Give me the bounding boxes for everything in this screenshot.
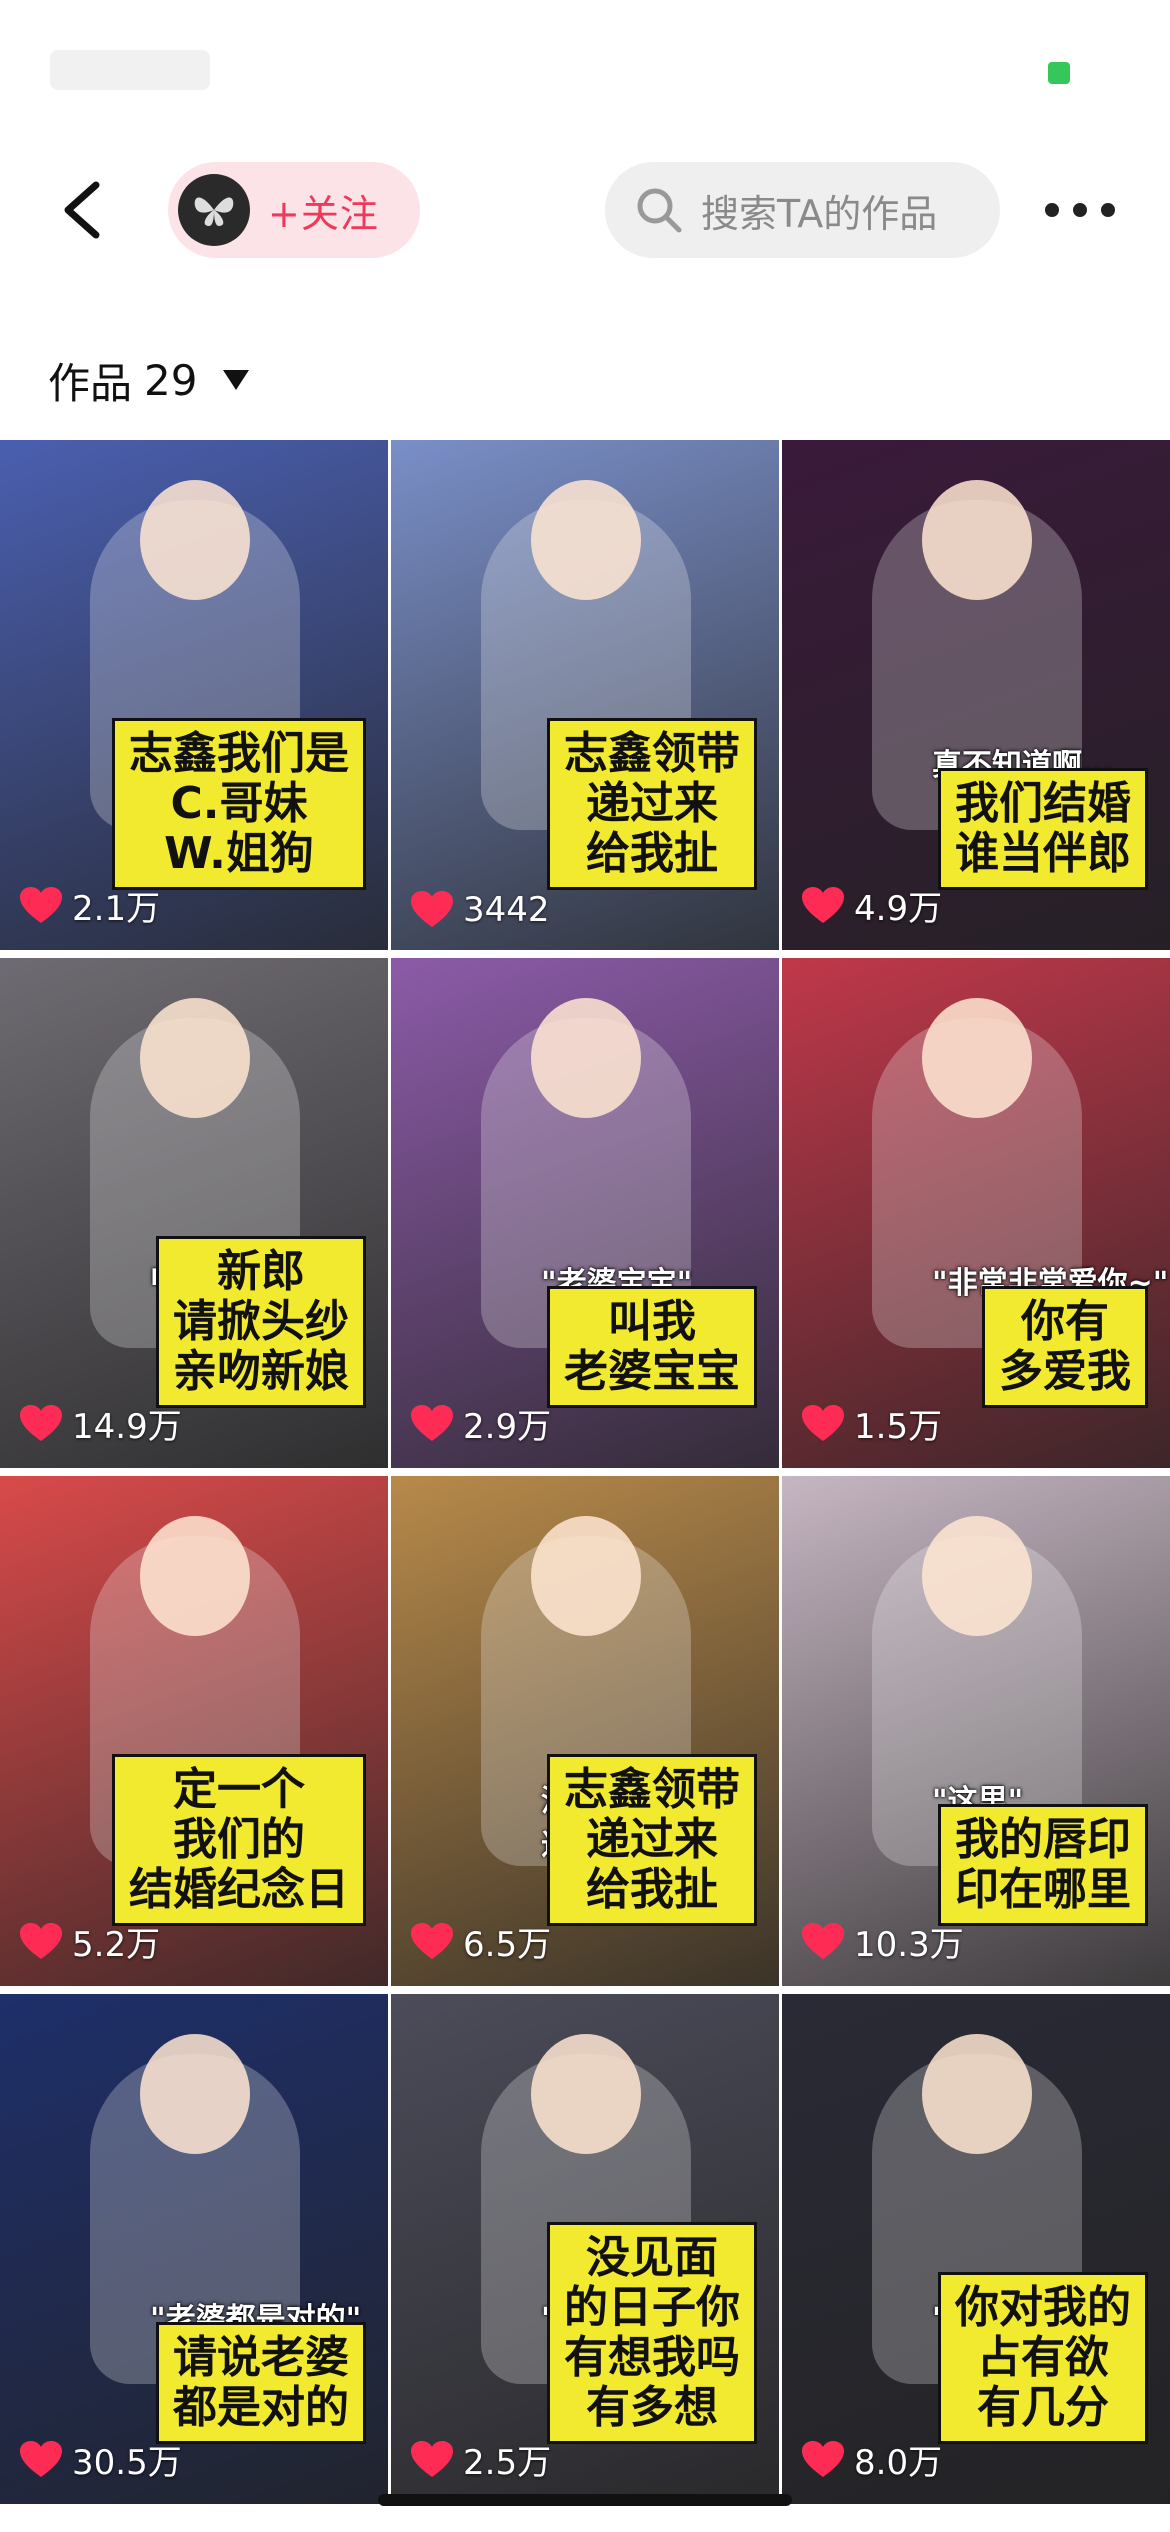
heart-icon [20, 886, 62, 923]
thumbnail-face [140, 998, 250, 1118]
like-count: 30.5万 [20, 2435, 182, 2484]
tile-caption: 志鑫我们是 C.哥妹 W.姐狗 [112, 718, 366, 890]
like-count: 5.2万 [20, 1917, 160, 1966]
thumbnail-face [140, 2034, 250, 2154]
search-icon [637, 188, 682, 233]
video-tile[interactable]: mua~新郎 请掀头纱 亲吻新娘14.9万 [0, 958, 388, 1468]
thumbnail-face [140, 480, 250, 600]
like-count: 1.5万 [802, 1399, 942, 1448]
tile-caption: 志鑫领带 递过来 给我扯 [547, 718, 757, 890]
thumbnail-face [531, 2034, 641, 2154]
heart-icon [411, 1404, 453, 1441]
butterfly-icon [194, 197, 234, 226]
video-tile[interactable]: 志鑫领带 递过来 给我扯 3442 [391, 440, 779, 950]
tile-caption: 新郎 请掀头纱 亲吻新娘 [156, 1236, 366, 1408]
video-tile[interactable]: "老婆宝宝" 叫我 老婆宝宝 2.9万 [391, 958, 779, 1468]
heart-icon [20, 2440, 62, 2477]
works-count: 29 [144, 355, 198, 405]
like-count: 6.5万 [411, 1917, 551, 1966]
tile-caption: 我们结婚 谁当伴郎 [938, 768, 1148, 890]
thumbnail-face [922, 998, 1032, 1118]
thumbnail-face [922, 480, 1032, 600]
follow-button[interactable]: +关注 [168, 162, 420, 258]
like-count: 8.0万 [802, 2435, 942, 2484]
works-label: 作品 [48, 358, 133, 408]
more-dot-icon [1101, 203, 1115, 217]
video-tile[interactable]: C.哥妹志鑫我们是 C.哥妹 W.姐狗2.1万 [0, 440, 388, 950]
top-nav-bar: +关注 搜索TA的作品 [0, 150, 1170, 270]
more-options-button[interactable] [1045, 190, 1115, 230]
heart-icon [802, 1922, 844, 1959]
heart-icon [411, 891, 453, 927]
search-placeholder: 搜索TA的作品 [701, 191, 938, 236]
like-count-label: 5.2万 [72, 1925, 161, 1965]
like-count-label: 8.0万 [854, 2443, 943, 2483]
tile-caption: 叫我 老婆宝宝 [547, 1286, 757, 1408]
like-count: 2.1万 [20, 881, 160, 930]
tile-caption: 请说老婆 都是对的 [156, 2322, 366, 2444]
video-tile[interactable]: 真不知道啊… 我们结婚 谁当伴郎 4.9万 [782, 440, 1170, 950]
heart-icon [411, 1922, 453, 1959]
video-tile[interactable]: "十分"你对我的 占有欲 有几分8.0万 [782, 1994, 1170, 2504]
like-count-label: 1.5万 [854, 1407, 943, 1447]
tile-caption: 你有 多爱我 [982, 1286, 1148, 1408]
thumbnail-face [140, 1516, 250, 1636]
more-dot-icon [1045, 203, 1059, 217]
video-tile[interactable]: "今天"定一个 我们的 结婚纪念日5.2万 [0, 1476, 388, 1986]
like-count-label: 2.1万 [72, 889, 161, 929]
back-button[interactable] [52, 175, 122, 245]
tile-caption: 志鑫领带 递过来 给我扯 [547, 1754, 757, 1926]
heart-icon [802, 886, 844, 923]
thumbnail-face [531, 1516, 641, 1636]
like-count: 2.5万 [411, 2435, 551, 2484]
chevron-left-icon [64, 181, 100, 239]
heart-icon [20, 1922, 62, 1959]
like-count-label: 14.9万 [72, 1407, 182, 1447]
status-time [50, 50, 210, 90]
like-count: 4.9万 [802, 881, 942, 930]
heart-icon [20, 1404, 62, 1441]
thumbnail-face [922, 1516, 1032, 1636]
caret-down-icon [223, 370, 250, 390]
video-tile[interactable]: "老婆都是对的" 请说老婆 都是对的 30.5万 [0, 1994, 388, 2504]
like-count-label: 30.5万 [72, 2443, 182, 2483]
thumbnail-face [531, 480, 641, 600]
tile-caption: 你对我的 占有欲 有几分 [938, 2272, 1148, 2444]
like-count: 3442 [411, 890, 550, 930]
video-tile[interactable]: "这里" 我的唇印 印在哪里 10.3万 [782, 1476, 1170, 1986]
thumbnail-face [922, 2034, 1032, 2154]
home-indicator [378, 2494, 792, 2506]
avatar[interactable] [178, 174, 250, 246]
thumbnail-face [531, 998, 641, 1118]
like-count: 10.3万 [802, 1917, 964, 1966]
like-count: 2.9万 [411, 1399, 551, 1448]
video-tile[interactable]: 没有领带 递choker呀志鑫领带 递过来 给我扯6.5万 [391, 1476, 779, 1986]
more-dot-icon [1073, 203, 1087, 217]
heart-icon [802, 1404, 844, 1441]
like-count-label: 2.5万 [463, 2443, 552, 2483]
works-filter[interactable]: 作品 29 [48, 345, 250, 415]
video-tile[interactable]: "非常非常爱你~" 你有 多爱我 1.5万 [782, 958, 1170, 1468]
like-count-label: 10.3万 [854, 1925, 964, 1965]
like-count: 14.9万 [20, 1399, 182, 1448]
like-count-label: 6.5万 [463, 1925, 552, 1965]
battery-icon [1048, 62, 1070, 84]
tile-caption: 没见面 的日子你 有想我吗 有多想 [547, 2222, 757, 2444]
tile-caption: 我的唇印 印在哪里 [938, 1804, 1148, 1926]
video-tile[interactable]: "超级…"没见面 的日子你 有想我吗 有多想2.5万 [391, 1994, 779, 2504]
like-count-label: 2.9万 [463, 1407, 552, 1447]
status-bar [0, 0, 1170, 140]
like-count-label: 3442 [463, 890, 550, 930]
like-count-label: 4.9万 [854, 889, 943, 929]
follow-label[interactable]: +关注 [268, 183, 379, 238]
heart-icon [411, 2440, 453, 2477]
heart-icon [802, 2440, 844, 2477]
tile-caption: 定一个 我们的 结婚纪念日 [112, 1754, 366, 1926]
search-input[interactable]: 搜索TA的作品 [605, 162, 1000, 258]
